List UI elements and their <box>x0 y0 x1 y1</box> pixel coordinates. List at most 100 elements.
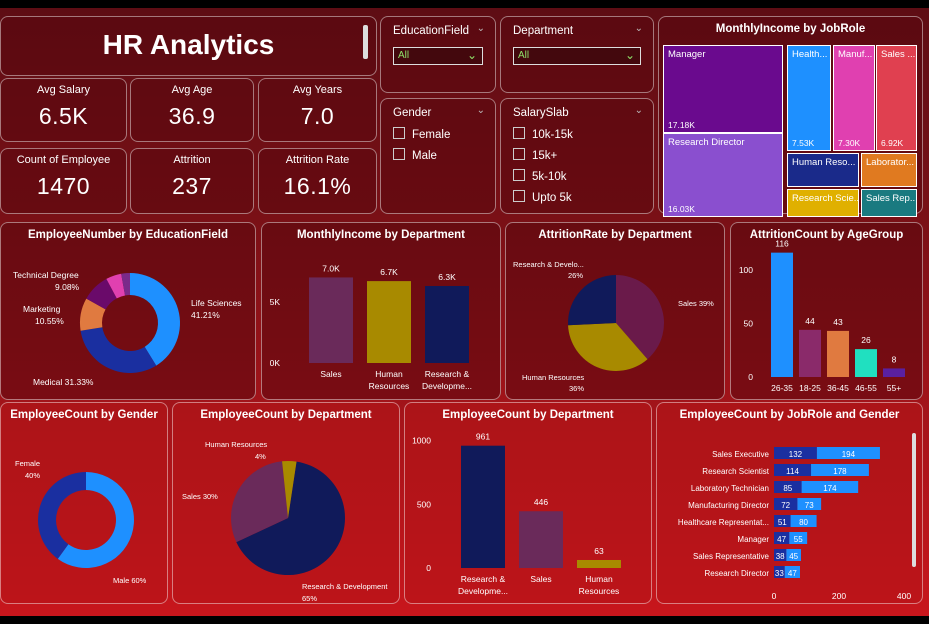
chevron-down-icon[interactable]: ⌄ <box>477 23 485 34</box>
category-label: Resources <box>369 381 410 391</box>
data-label: 9.08% <box>55 282 80 292</box>
gender-option-male[interactable]: Male <box>393 148 437 162</box>
checkbox[interactable] <box>513 127 525 139</box>
category-label: Sales <box>320 369 341 379</box>
category-label: Human <box>585 574 613 584</box>
data-label: Marketing <box>23 304 61 314</box>
slicer-gender[interactable]: Gender ⌄ Female Male <box>380 98 496 214</box>
education-field-dropdown[interactable]: All ⌄ <box>393 47 483 65</box>
data-label: 7.0K <box>322 263 340 273</box>
category-label: 26-35 <box>771 383 793 393</box>
category-label: Sales Executive <box>712 450 769 459</box>
treemap-tile[interactable]: Human Reso... <box>787 153 859 187</box>
data-label: 80 <box>799 518 808 527</box>
data-label: 178 <box>833 467 847 476</box>
bar <box>855 349 877 377</box>
kpi-value: 1470 <box>36 173 91 199</box>
department-dropdown[interactable]: All ⌄ <box>513 47 641 65</box>
data-label: 40% <box>25 471 40 480</box>
treemap-tile[interactable]: Laborator... <box>861 153 917 187</box>
data-label: 47 <box>788 569 797 578</box>
treemap-tile[interactable]: Manager 17.18K <box>663 45 783 133</box>
data-label: 43 <box>833 317 843 327</box>
data-label: 26 <box>861 335 871 345</box>
chevron-down-icon[interactable]: ⌄ <box>635 105 643 116</box>
visual-title: MonthlyIncome by JobRole <box>715 23 866 35</box>
data-label: 38 <box>776 552 785 561</box>
slicer-education-field[interactable]: EducationField ⌄ All ⌄ <box>380 16 496 93</box>
kpi-label: Avg Years <box>292 84 343 96</box>
kpi-attrition-rate: Attrition Rate 16.1% <box>258 148 377 214</box>
slicer-department[interactable]: Department ⌄ All ⌄ <box>500 16 654 93</box>
treemap-tile[interactable]: Sales ... 6.92K <box>876 45 917 151</box>
data-label: Female <box>15 459 40 468</box>
data-label: 73 <box>805 501 814 510</box>
treemap-tile-value: 7.53K <box>792 138 815 148</box>
dropdown-value: All <box>398 50 410 61</box>
dropdown-value: All <box>518 50 530 61</box>
salary-option[interactable]: 15k+ <box>513 148 557 162</box>
checkbox[interactable] <box>393 127 405 139</box>
treemap-tile-label: Sales ... <box>881 49 916 60</box>
dept-bar-card: EmployeeCount by Department 961 Research … <box>404 402 652 604</box>
treemap-tile[interactable]: Research Director 16.03K <box>663 133 783 217</box>
treemap-tile-label: Sales Rep... <box>866 193 917 204</box>
dept-pie-chart: Human Resources 4% Sales 30% Research & Dev… <box>182 440 388 603</box>
attr-age-bar-chart: 116 26-35 44 18-25 43 36-45 26 46-55 8 55+ 0 50 100 <box>739 239 905 393</box>
data-label: 72 <box>781 501 790 510</box>
category-label: Developme... <box>422 381 472 391</box>
treemap-tile[interactable]: Sales Rep... <box>861 189 917 217</box>
kpi-value: 16.1% <box>283 173 352 199</box>
category-label: Developme... <box>458 586 508 596</box>
kpi-value: 237 <box>172 173 212 199</box>
slicer-salary-slab[interactable]: SalarySlab ⌄ 10k-15k 15k+ 5k-10k Upto 5k <box>500 98 654 214</box>
tick-label: 0K <box>270 358 281 368</box>
checkbox[interactable] <box>393 148 405 160</box>
treemap-tile-value: 6.92K <box>881 138 904 148</box>
checkbox[interactable] <box>513 169 525 181</box>
data-label: 63 <box>594 546 604 556</box>
scroll-handle[interactable] <box>363 25 368 59</box>
salary-option[interactable]: Upto 5k <box>513 190 572 204</box>
kpi-avg-age: Avg Age 36.9 <box>130 78 254 142</box>
tick-label: 50 <box>744 318 754 328</box>
category-label: Research Director <box>705 569 770 578</box>
salary-option[interactable]: 10k-15k <box>513 127 573 141</box>
bar <box>771 252 793 377</box>
jobrole-gender-card: EmployeeCount by JobRole and Gender Sale… <box>656 402 923 604</box>
chevron-down-icon[interactable]: ⌄ <box>477 105 485 116</box>
kpi-label: Count of Employee <box>16 154 111 166</box>
treemap-tile[interactable]: Research Scie... <box>787 189 859 217</box>
checkbox[interactable] <box>513 148 525 160</box>
scrollbar[interactable] <box>912 433 916 567</box>
data-label: 47 <box>777 535 786 544</box>
category-label: Sales <box>530 574 551 584</box>
chevron-down-icon[interactable]: ⌄ <box>635 23 643 34</box>
treemap-tile[interactable]: Manuf... 7.30K <box>833 45 875 151</box>
salary-option[interactable]: 5k-10k <box>513 169 567 183</box>
chevron-down-icon: ⌄ <box>624 48 635 62</box>
dept-bar-chart: 961 Research & Developme... 446 Sales 63 Human… <box>412 432 621 596</box>
kpi-label: Avg Salary <box>37 84 90 96</box>
data-label: Sales 39% <box>678 299 714 308</box>
data-label: Human Resources <box>522 373 584 382</box>
tick-label: 0 <box>426 563 431 573</box>
gender-option-female[interactable]: Female <box>393 127 450 141</box>
checkbox[interactable] <box>513 190 525 202</box>
treemap-tile[interactable]: Health... 7.53K <box>787 45 831 151</box>
attr-age-card: AttritionCount by AgeGroup 116 26-35 44 18-… <box>730 222 923 400</box>
category-label: 46-55 <box>855 383 877 393</box>
bar <box>577 559 621 568</box>
dept-pie-card: EmployeeCount by Department Human Resour… <box>172 402 400 604</box>
data-label: 36% <box>569 384 584 393</box>
category-label: Manager <box>737 535 769 544</box>
data-label: 8 <box>892 354 897 364</box>
data-label: 26% <box>568 271 583 280</box>
category-label: Research Scientist <box>702 467 769 476</box>
bar <box>827 330 849 377</box>
pie-slice <box>38 472 86 559</box>
data-label: 41.21% <box>191 310 220 320</box>
kpi-label: Attrition <box>173 154 211 166</box>
pie-slice <box>80 327 157 373</box>
kpi-value: 6.5K <box>38 103 89 129</box>
